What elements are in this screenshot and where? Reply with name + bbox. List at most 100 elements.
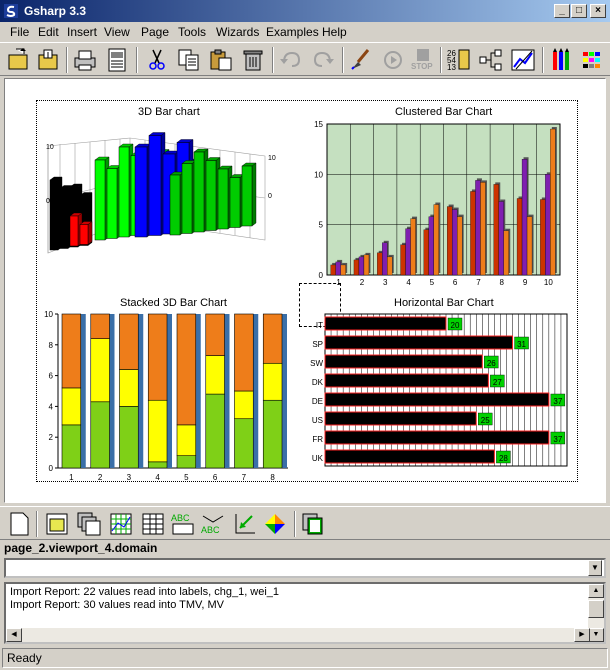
bar — [446, 206, 453, 276]
log-hscrollbar[interactable]: ◀ ▶ — [6, 628, 590, 642]
bar-side — [195, 314, 201, 468]
pie-icon[interactable] — [262, 511, 288, 537]
menu-page[interactable]: Page — [141, 25, 169, 39]
y-tick-label: 5 — [319, 221, 324, 230]
text-abc-icon[interactable]: ABC — [170, 511, 196, 537]
y-tick-label: 0 — [319, 271, 324, 280]
bar-segment — [147, 313, 168, 401]
command-input[interactable]: ▼ — [4, 558, 606, 578]
y-tick-label: SP — [312, 340, 323, 349]
chart-3d-bar[interactable]: 10 0 0 10 — [40, 120, 300, 270]
bar — [521, 159, 528, 276]
bar — [545, 174, 551, 276]
menu-help[interactable]: Help — [322, 25, 347, 39]
bar — [410, 218, 416, 276]
tree-icon[interactable] — [478, 47, 504, 73]
log-scrollbar[interactable]: ▲ ▼ — [588, 584, 604, 642]
svg-text:ABC: ABC — [171, 513, 190, 523]
bar — [498, 201, 504, 276]
bar-side — [251, 162, 257, 227]
redo-icon[interactable] — [310, 47, 336, 73]
x-tick-label: 3 — [127, 473, 132, 482]
x-tick-label: 8 — [270, 473, 275, 482]
bar — [205, 160, 217, 231]
run-icon[interactable] — [380, 47, 406, 73]
window-title: Gsharp 3.3 — [24, 4, 87, 18]
undo-icon[interactable] — [278, 47, 304, 73]
close-button[interactable]: × — [590, 4, 606, 18]
command-dropdown-button[interactable]: ▼ — [588, 560, 602, 576]
palette-icon[interactable] — [580, 47, 606, 73]
maximize-button[interactable]: □ — [571, 4, 587, 18]
bar-segment — [176, 424, 197, 456]
menu-examples[interactable]: Examples — [266, 25, 319, 39]
x-tick-label: 1 — [69, 473, 74, 482]
data-label: 37 — [553, 435, 562, 444]
y-tick-label: 15 — [314, 120, 323, 129]
chart-horizontal-bar[interactable]: IT 20 SP 31 SW 26 DK 27 DE 37 US 25 FR 37 UK 28 — [305, 308, 570, 473]
scroll-down-button[interactable]: ▼ — [588, 628, 604, 642]
chart-clustered-bar[interactable]: 0510151 2 3 4 5 6 7 8 9 10 — [305, 118, 570, 293]
bar-segment — [262, 399, 283, 469]
save-icon[interactable] — [36, 47, 62, 73]
copy-icon[interactable] — [176, 47, 202, 73]
paste-icon[interactable] — [208, 47, 234, 73]
text-abc2-icon[interactable]: ABC — [200, 511, 226, 537]
viewports-icon[interactable] — [76, 511, 102, 537]
bar-side — [109, 314, 115, 468]
data-label: 28 — [499, 454, 508, 463]
grid-icon[interactable] — [108, 511, 134, 537]
data-label: 27 — [493, 378, 502, 387]
scroll-thumb[interactable] — [588, 600, 604, 618]
menu-tools[interactable]: Tools — [178, 25, 206, 39]
chart-stacked-bar[interactable]: 02468101 2 3 4 5 6 7 8 — [36, 308, 296, 483]
minimize-button[interactable]: _ — [554, 4, 570, 18]
bar-segment — [119, 313, 139, 370]
stop-button[interactable]: STOP — [410, 47, 436, 73]
toolbar-separator — [136, 47, 138, 73]
print-icon[interactable] — [72, 47, 98, 73]
print-preview-icon[interactable] — [104, 47, 130, 73]
pens-icon[interactable] — [548, 47, 574, 73]
bar — [335, 261, 341, 276]
x-tick-label: 9 — [523, 278, 528, 287]
menu-wizards[interactable]: Wizards — [216, 25, 259, 39]
bar — [169, 174, 181, 236]
y-tick-label: US — [312, 416, 323, 425]
bar — [324, 430, 550, 445]
copy-page-icon[interactable] — [300, 511, 326, 537]
bar-segment — [234, 418, 254, 469]
data-label: 31 — [517, 340, 526, 349]
scroll-right-button[interactable]: ▶ — [574, 628, 590, 642]
cut-icon[interactable] — [144, 47, 170, 73]
bar-segment — [262, 362, 283, 401]
table-icon[interactable] — [140, 511, 166, 537]
menu-file[interactable]: File — [10, 25, 29, 39]
bar-segment — [90, 313, 110, 339]
new-viewport-icon[interactable] — [44, 511, 70, 537]
menu-edit[interactable]: Edit — [38, 25, 59, 39]
scroll-left-button[interactable]: ◀ — [6, 628, 22, 642]
object-toolbar: ABC ABC — [0, 506, 610, 540]
brush-icon[interactable] — [348, 47, 374, 73]
scroll-up-button[interactable]: ▲ — [588, 584, 604, 598]
data-icon[interactable]: 265413 — [446, 47, 472, 73]
x-tick-label: 5 — [430, 278, 435, 287]
bar-segment — [205, 313, 225, 356]
bar-segment — [234, 313, 254, 392]
bar-segment — [90, 401, 110, 469]
delete-icon[interactable] — [240, 47, 266, 73]
new-page-icon[interactable] — [6, 511, 32, 537]
chart-edit-icon[interactable] — [510, 47, 536, 73]
menu-view[interactable]: View — [104, 25, 130, 39]
menu-insert[interactable]: Insert — [67, 25, 97, 39]
toolbar-separator — [440, 47, 442, 73]
axis-icon[interactable] — [232, 511, 258, 537]
stop-label: STOP — [411, 62, 433, 71]
toolbar-separator — [272, 47, 274, 73]
bar — [428, 216, 434, 276]
axis-tick-label: 10 — [46, 144, 54, 151]
open-icon[interactable] — [6, 47, 32, 73]
bar — [324, 392, 550, 407]
bar — [324, 316, 447, 331]
